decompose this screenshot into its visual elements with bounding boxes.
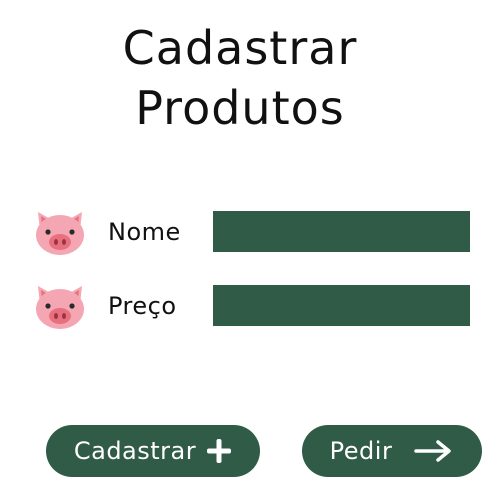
name-row: Nome (32, 208, 472, 256)
price-row: Preço (32, 282, 472, 330)
arrow-right-icon (414, 440, 452, 462)
register-button-label: Cadastrar (73, 437, 197, 465)
price-input[interactable] (213, 285, 470, 326)
name-input[interactable] (213, 211, 470, 252)
register-button[interactable]: Cadastrar (46, 425, 260, 477)
order-button-label: Pedir (329, 437, 393, 465)
pig-face-icon (36, 212, 84, 255)
price-label: Preço (108, 292, 177, 320)
plus-icon (207, 439, 232, 463)
page-title: Cadastrar Produtos (0, 18, 480, 138)
order-button[interactable]: Pedir (302, 425, 482, 477)
name-label: Nome (108, 218, 181, 246)
page-title-line-1: Cadastrar (122, 21, 358, 75)
pig-face-icon (36, 286, 84, 329)
page-title-line-2: Produtos (135, 81, 345, 135)
